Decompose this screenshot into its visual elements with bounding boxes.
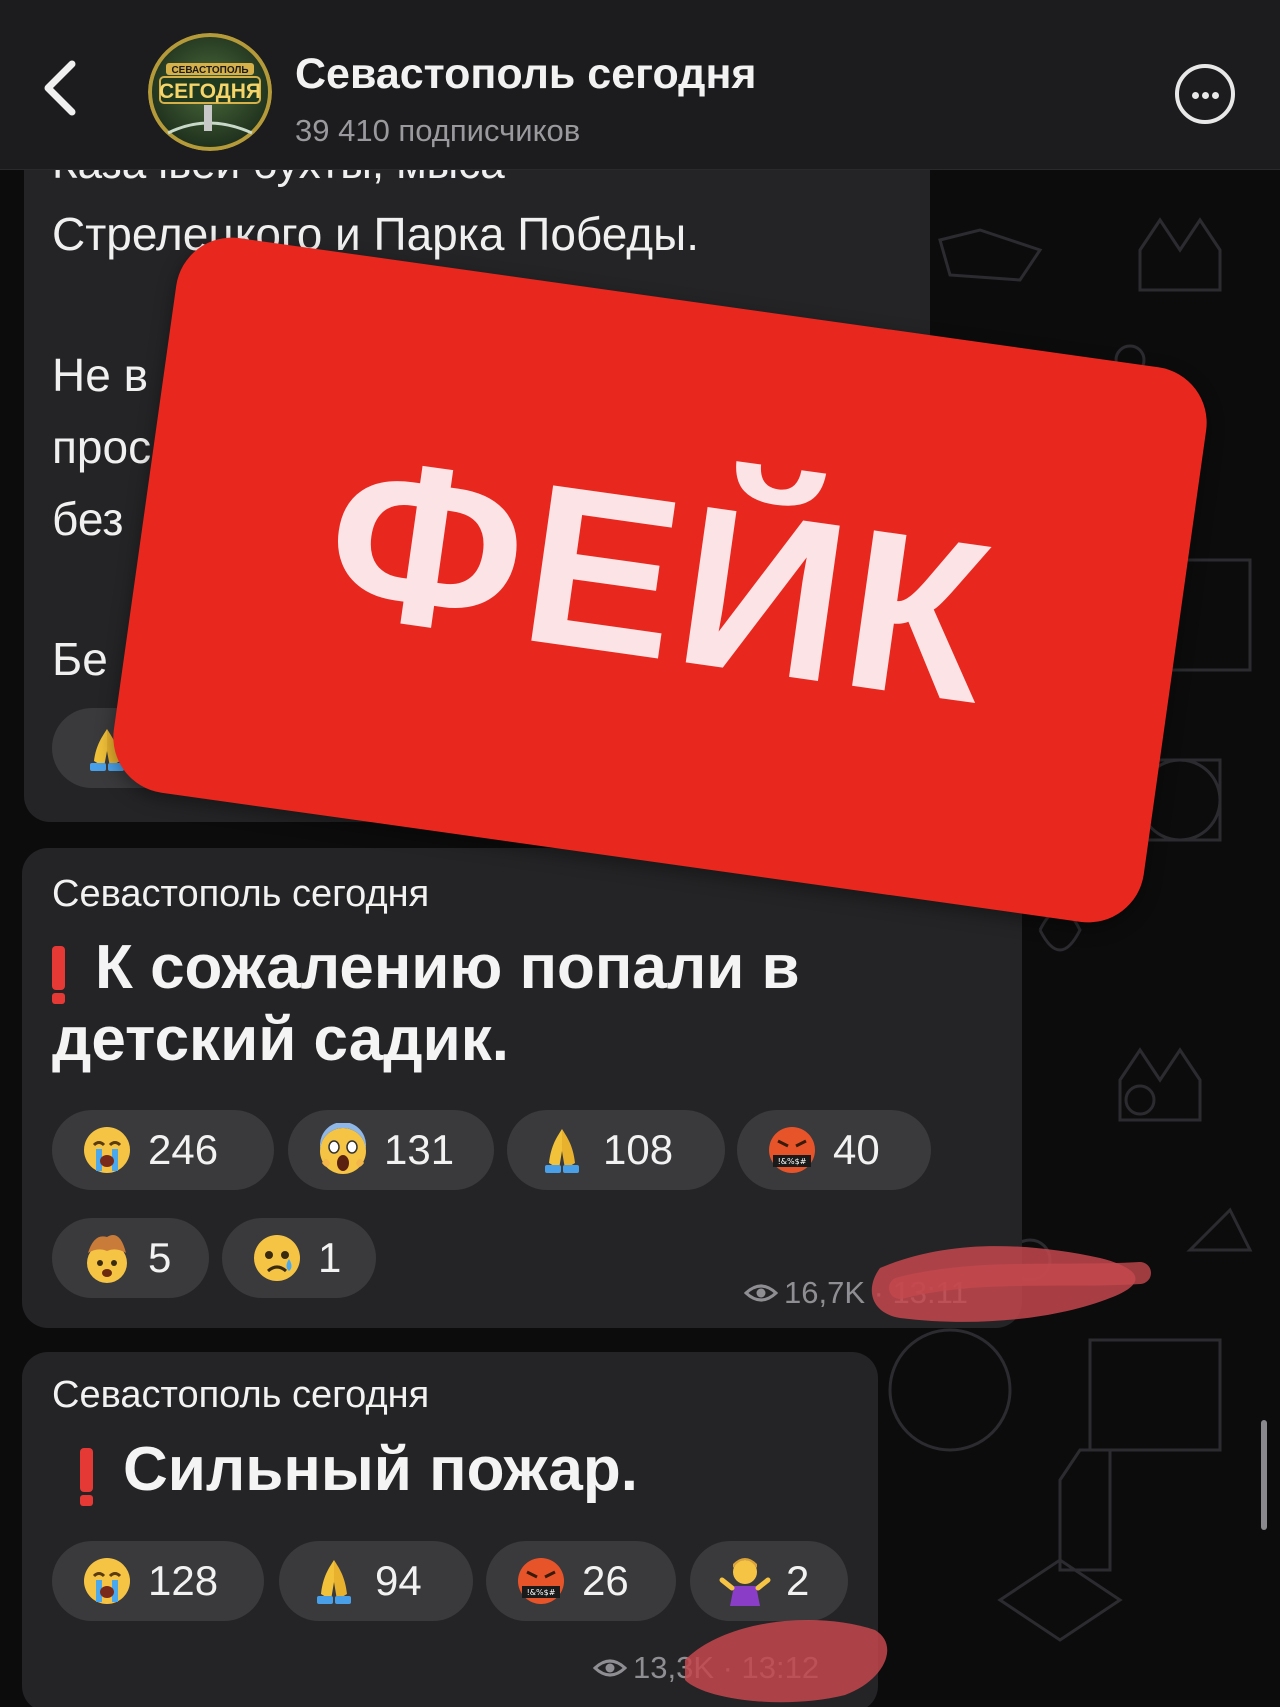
- crying-face-icon: [84, 1558, 130, 1604]
- red-scribble-redaction: [871, 1246, 1151, 1322]
- scrollbar-thumb[interactable]: [1261, 1420, 1267, 1530]
- reaction-chip[interactable]: 128: [52, 1541, 264, 1621]
- channel-avatar[interactable]: СЕВАСТОПОЛЬ СЕГОДНЯ: [148, 33, 272, 151]
- views-eye-icon: [744, 1284, 778, 1302]
- reaction-count: 108: [603, 1126, 674, 1173]
- exclamation-icon: [52, 946, 65, 1004]
- exploding-head-icon: [87, 1235, 127, 1283]
- folded-hands-icon: [545, 1129, 579, 1173]
- message-text: Сильный пожар.: [80, 1434, 860, 1506]
- folded-hands-icon: [317, 1560, 351, 1604]
- message-text-line: Не в: [52, 349, 149, 401]
- reaction-chip[interactable]: 1: [222, 1218, 376, 1298]
- svg-text:!&%$#: !&%$#: [778, 1157, 807, 1166]
- reaction-chip[interactable]: 131: [288, 1110, 494, 1190]
- more-dot-icon: [1192, 92, 1199, 99]
- reaction-chip[interactable]: 108: [507, 1110, 725, 1190]
- crying-face-icon: [84, 1127, 130, 1173]
- exclamation-icon: [80, 1448, 93, 1506]
- cursing-face-icon: !&%$#: [518, 1558, 564, 1604]
- reaction-chip[interactable]: 246: [52, 1110, 274, 1190]
- more-dot-icon: [1202, 92, 1209, 99]
- chat-header: СЕВАСТОПОЛЬ СЕГОДНЯ Севастополь сегодня …: [0, 0, 1280, 170]
- reaction-count: 94: [375, 1557, 422, 1604]
- avatar-text-top: СЕВАСТОПОЛЬ: [171, 65, 248, 76]
- message-text-line: без: [52, 493, 124, 545]
- message-text-line: Стрелецкого и Парка Победы.: [52, 208, 699, 260]
- avatar-text-main: СЕГОДНЯ: [159, 80, 261, 103]
- message-text-line: Бе: [52, 633, 108, 685]
- sad-tear-face-icon: [254, 1235, 300, 1281]
- red-scribble-redaction: [685, 1620, 888, 1703]
- message-text: К сожалению попали в детский садик.: [52, 932, 992, 1076]
- screaming-face-icon: [320, 1123, 366, 1174]
- reaction-chip[interactable]: 5: [52, 1218, 209, 1298]
- channel-logo-icon: СЕВАСТОПОЛЬ СЕГОДНЯ: [148, 33, 272, 151]
- reaction-count: 1: [318, 1234, 342, 1281]
- reaction-count: 246: [148, 1126, 219, 1173]
- message-text-line: прос: [52, 421, 152, 473]
- reaction-chip[interactable]: !&%$# 40: [737, 1110, 931, 1190]
- channel-title[interactable]: Севастополь сегодня: [295, 50, 757, 99]
- message-text-content: Сильный пожар.: [123, 1435, 638, 1504]
- chevron-left-icon: [44, 60, 76, 116]
- reaction-chip[interactable]: !&%$# 26: [486, 1541, 676, 1621]
- reaction-count: 2: [786, 1557, 810, 1604]
- reaction-count: 128: [148, 1557, 219, 1604]
- message-sender[interactable]: Севастополь сегодня: [52, 873, 429, 916]
- reaction-count: 131: [384, 1126, 455, 1173]
- back-button[interactable]: [38, 58, 88, 118]
- views-eye-icon: [593, 1659, 627, 1677]
- more-options-button[interactable]: [1175, 64, 1235, 124]
- cursing-face-icon: !&%$#: [769, 1127, 815, 1173]
- message-text-content: К сожалению попали в детский садик.: [52, 933, 800, 1074]
- more-dot-icon: [1212, 92, 1219, 99]
- reaction-count: 26: [582, 1557, 629, 1604]
- message-sender[interactable]: Севастополь сегодня: [52, 1374, 429, 1417]
- reaction-count: 40: [833, 1126, 880, 1173]
- reaction-chip[interactable]: 94: [279, 1541, 473, 1621]
- reaction-count: 5: [148, 1234, 172, 1281]
- svg-text:!&%$#: !&%$#: [527, 1588, 556, 1597]
- subscriber-count: 39 410 подписчиков: [295, 113, 581, 148]
